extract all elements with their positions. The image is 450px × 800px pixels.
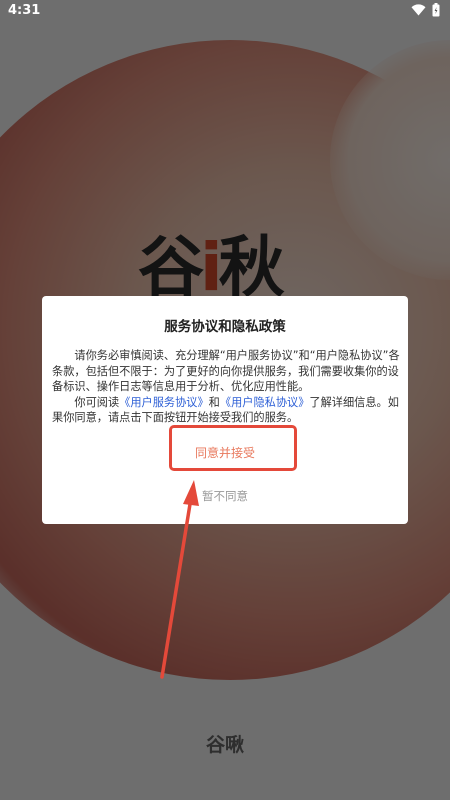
screen: 谷i秋 谷啾 4:31 服务协议和隐私政策 请你务必审慎阅读、充分理解“用户服务… [0,0,450,800]
annotation-arrow [160,480,199,679]
